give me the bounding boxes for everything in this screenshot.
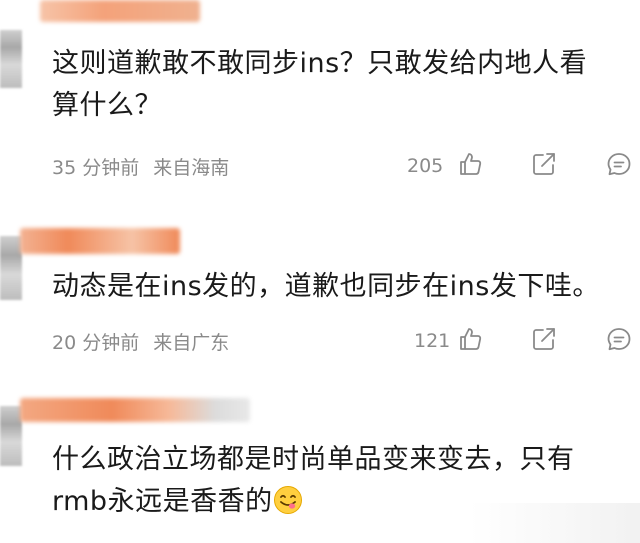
comment-icon[interactable]	[606, 326, 632, 352]
avatar[interactable]	[0, 406, 22, 466]
yum-face-emoji-icon	[273, 485, 303, 515]
avatar[interactable]	[0, 236, 22, 300]
avatar[interactable]	[0, 30, 22, 88]
comment-time: 35 分钟前	[52, 157, 140, 179]
username-redacted[interactable]	[20, 228, 180, 254]
thumbs-up-icon[interactable]	[457, 151, 483, 177]
like-count: 205	[407, 155, 444, 177]
comment-text: 这则道歉敢不敢同步ins？只敢发给内地人看 算什么？	[52, 43, 632, 127]
like-count: 121	[414, 330, 451, 352]
comment-text-line: 动态是在ins发的，道歉也同步在ins发下哇。	[52, 271, 600, 302]
comment-text-line: 什么政治立场都是时尚单品变来变去，只有	[52, 444, 575, 475]
comment-item: 这则道歉敢不敢同步ins？只敢发给内地人看 算什么？ 35 分钟前 来自海南 2…	[0, 0, 640, 195]
comment-text: 动态是在ins发的，道歉也同步在ins发下哇。	[52, 266, 632, 308]
comment-time: 20 分钟前	[52, 332, 140, 354]
username-redacted[interactable]	[20, 398, 250, 422]
comment-text-line: 这则道歉敢不敢同步ins？只敢发给内地人看	[52, 48, 588, 79]
watermark-fade	[470, 503, 640, 543]
comment-meta: 20 分钟前 来自广东	[52, 328, 229, 355]
share-icon[interactable]	[531, 326, 557, 352]
comment-location: 来自海南	[153, 157, 230, 179]
comment-icon[interactable]	[606, 151, 632, 177]
comment-text-line: 算什么？	[52, 90, 162, 121]
comment-text-segment: rmb永远是香香的	[52, 486, 273, 517]
share-icon[interactable]	[531, 151, 557, 177]
comment-location: 来自广东	[153, 332, 230, 354]
comment-item: 动态是在ins发的，道歉也同步在ins发下哇。 20 分钟前 来自广东 121	[0, 222, 640, 374]
thumbs-up-icon[interactable]	[457, 326, 483, 352]
comment-meta: 35 分钟前 来自海南	[52, 153, 229, 180]
username-redacted[interactable]	[40, 0, 200, 22]
